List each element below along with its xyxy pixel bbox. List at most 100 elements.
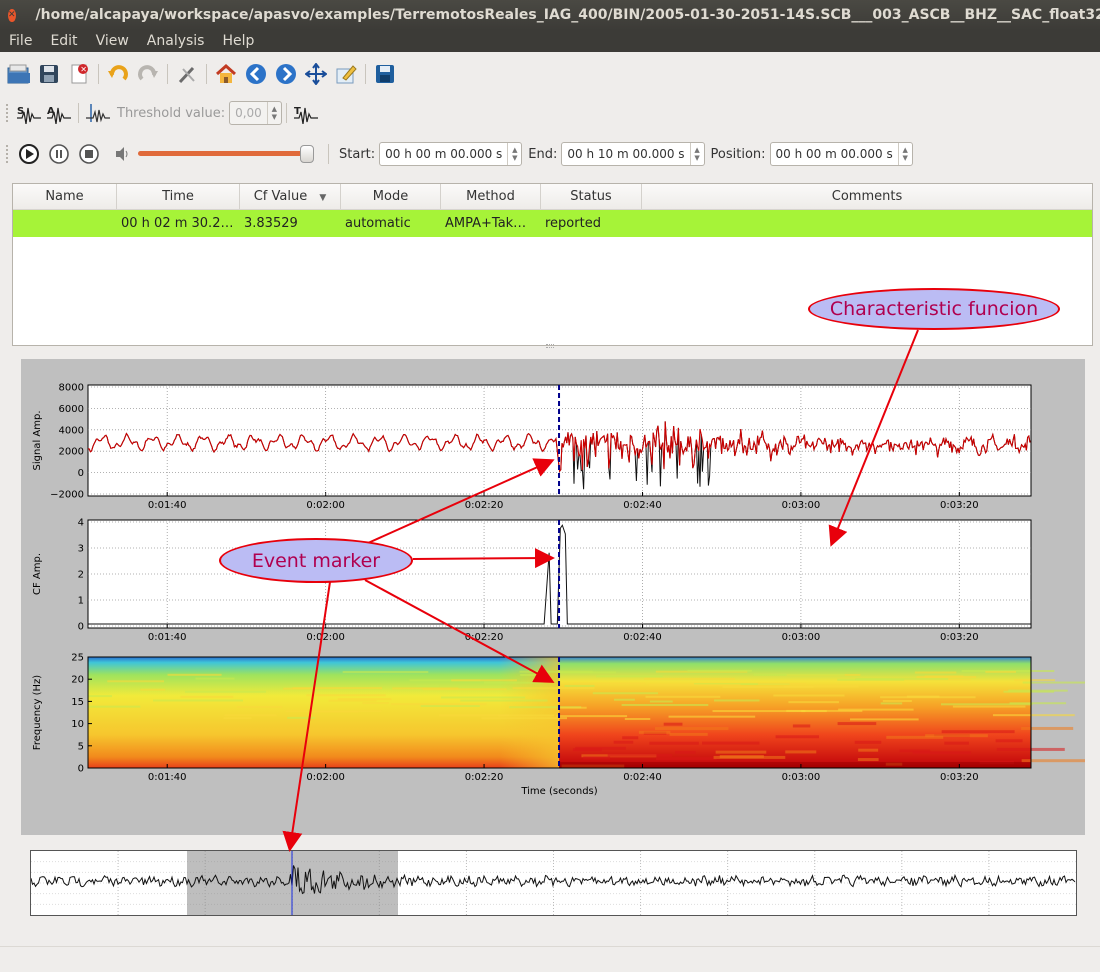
main-toolbar: ✕	[0, 58, 400, 90]
cf-plot[interactable]: 0:01:40 0:02:00 0:02:20 0:02:40 0:03:00 0:03:…	[32, 518, 1032, 644]
spectrogram-streak	[882, 699, 912, 702]
spectrogram-streak	[715, 750, 767, 754]
home-button[interactable]	[213, 61, 239, 87]
toolbar-separator	[365, 64, 366, 84]
signal-plot[interactable]: 0:01:40 0:02:00 0:02:20 0:02:40 0:03:00 0:03:…	[32, 383, 1032, 512]
save-button[interactable]	[36, 61, 62, 87]
back-button[interactable]	[243, 61, 269, 87]
toolbar-grip[interactable]	[6, 104, 10, 122]
plot-canvas[interactable]: 0:01:40 0:02:00 0:02:20 0:02:40 0:03:00 0:03:…	[21, 359, 1100, 835]
start-value: 00 h 00 m 00.000 s	[385, 147, 503, 161]
trace-selector-button[interactable]: T	[293, 100, 319, 126]
undo-button[interactable]	[105, 61, 131, 87]
navigation-overview[interactable]	[30, 850, 1077, 916]
spectrogram-streak	[441, 696, 526, 699]
threshold-spinbox[interactable]: 0,00 ▲ ▼	[229, 101, 282, 125]
start-spinbox[interactable]: 00 h 00 m 00.000 s ▲ ▼	[379, 142, 523, 166]
spectrogram-streak	[638, 730, 671, 734]
sta-lta-icon: S	[17, 106, 41, 124]
menu-file[interactable]: File	[0, 33, 41, 49]
floppy-disk-icon	[40, 65, 58, 83]
column-header-time[interactable]: Time	[117, 184, 240, 209]
spectrogram-streak	[886, 735, 944, 739]
spin-arrows-icon[interactable]: ▲ ▼	[689, 143, 704, 165]
spectrogram-streak	[995, 739, 1023, 743]
y-tick-label: 1	[78, 596, 84, 607]
x-tick-label: 0:03:00	[782, 772, 821, 783]
spectrogram-streak	[1003, 690, 1055, 693]
spin-arrows-icon[interactable]: ▲ ▼	[897, 143, 912, 165]
spin-arrows-icon[interactable]: ▲ ▼	[266, 102, 281, 124]
stop-button[interactable]	[76, 141, 102, 167]
takanami-threshold-button[interactable]	[85, 100, 111, 126]
column-header-name[interactable]: Name	[13, 184, 117, 209]
menu-view[interactable]: View	[87, 33, 138, 49]
splitter-handle[interactable]	[546, 344, 554, 348]
volume-slider-handle[interactable]	[300, 145, 314, 163]
ampa-button[interactable]: A	[46, 100, 72, 126]
column-header-cf-value-label: Cf Value	[253, 189, 308, 204]
playback-toolbar: Start: 00 h 00 m 00.000 s ▲ ▼ End: 00 h 1…	[0, 139, 913, 169]
spectrogram-streak	[858, 748, 879, 752]
sta-lta-button[interactable]: S	[16, 100, 42, 126]
spectrogram-streak	[899, 749, 931, 753]
menu-help[interactable]: Help	[213, 33, 263, 49]
toolbar-grip[interactable]	[6, 145, 10, 163]
column-header-status[interactable]: Status	[541, 184, 642, 209]
cell-name	[13, 210, 117, 237]
y-axis-label: Signal Amp.	[32, 410, 43, 470]
spectrogram-streak	[337, 698, 392, 701]
y-tick-label: 6000	[59, 404, 84, 415]
pause-button[interactable]	[46, 141, 72, 167]
column-header-method[interactable]: Method	[441, 184, 541, 209]
spectrogram-streak	[648, 683, 741, 686]
edit-axis-button[interactable]	[333, 61, 359, 87]
spectrogram-streak	[624, 717, 651, 720]
settings-button[interactable]	[174, 61, 200, 87]
arrow-left-circle-icon	[246, 64, 266, 84]
y-tick-label: 2	[78, 570, 84, 581]
spectrogram-streak	[481, 717, 568, 720]
end-spinbox[interactable]: 00 h 10 m 00.000 s ▲ ▼	[561, 142, 705, 166]
column-header-cf-value[interactable]: Cf Value ▼	[240, 184, 341, 209]
open-button[interactable]	[6, 61, 32, 87]
play-button[interactable]	[16, 141, 42, 167]
spin-arrows-icon[interactable]: ▲ ▼	[507, 143, 521, 165]
spectrogram-streak	[583, 756, 611, 760]
close-window-button[interactable]: ✕	[8, 8, 16, 22]
position-spinbox[interactable]: 00 h 00 m 00.000 s ▲ ▼	[769, 142, 913, 166]
spectrogram-streak	[788, 701, 839, 704]
open-folder-icon	[7, 64, 30, 84]
volume-slider[interactable]	[138, 145, 314, 163]
forward-button[interactable]	[273, 61, 299, 87]
column-header-comments[interactable]: Comments	[642, 184, 1092, 209]
spectrogram-streak	[1022, 681, 1100, 684]
spectrogram-plot[interactable]: 0:01:40 0:02:00 0:02:20 0:02:40 0:03:00 0:03:…	[32, 653, 1100, 798]
redo-button[interactable]	[135, 61, 161, 87]
column-header-mode[interactable]: Mode	[341, 184, 441, 209]
volume-button[interactable]	[110, 141, 136, 167]
spectrogram-streak	[285, 710, 382, 713]
spectrogram-streak	[906, 695, 940, 698]
cell-cf-value: 3.83529	[244, 216, 298, 231]
x-tick-label: 0:03:00	[782, 500, 821, 511]
spectrogram-streak	[184, 690, 267, 693]
spectrogram-streak	[420, 705, 480, 708]
window-titlebar: ✕ /home/alcapaya/workspace/apasvo/exampl…	[0, 0, 1100, 30]
menu-analysis[interactable]: Analysis	[138, 33, 214, 49]
y-tick-label: −2000	[50, 490, 84, 501]
home-icon	[216, 63, 236, 83]
spectrogram-streak	[985, 670, 1016, 673]
spectrogram-streak	[287, 716, 316, 719]
toolbar-separator	[78, 103, 79, 123]
y-tick-label: 8000	[59, 383, 84, 394]
spectrogram-streak	[224, 714, 277, 717]
spectrogram-streak	[592, 692, 658, 695]
spectrogram-streak	[621, 703, 709, 706]
close-file-button[interactable]: ✕	[66, 61, 92, 87]
pan-button[interactable]	[303, 61, 329, 87]
menu-edit[interactable]: Edit	[41, 33, 86, 49]
save-figure-button[interactable]	[372, 61, 398, 87]
table-row[interactable]: 00 h 02 m 30.2… 3.83529 automatic AMPA+T…	[13, 210, 1092, 237]
spectrogram-streak	[607, 753, 672, 757]
